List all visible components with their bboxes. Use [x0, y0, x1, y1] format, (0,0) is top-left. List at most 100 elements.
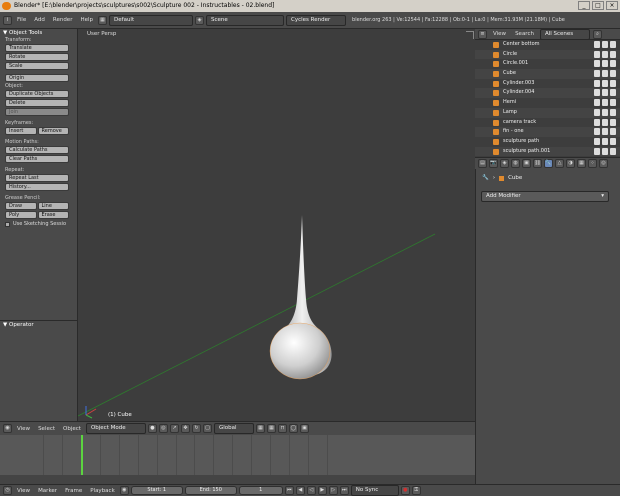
eye-icon[interactable] — [594, 70, 600, 78]
end-frame-field[interactable]: End: 150 — [184, 486, 237, 495]
checkbox-icon[interactable] — [5, 221, 10, 227]
line-button[interactable]: Line — [37, 202, 69, 210]
cursor-select-icon[interactable] — [602, 128, 608, 136]
outliner-row[interactable]: Cylinder.003 — [475, 79, 620, 89]
jump-start-icon[interactable]: ⏮ — [284, 486, 294, 495]
keyset-icon[interactable]: ⚿ — [411, 486, 421, 495]
shading-icon[interactable]: ● — [147, 424, 157, 433]
eye-icon[interactable] — [594, 41, 600, 48]
play-reverse-icon[interactable]: ◁ — [306, 486, 316, 495]
delete-button[interactable]: Delete — [5, 99, 69, 107]
render-engine-dropdown[interactable]: Cycles Render — [286, 14, 347, 26]
maximize-icon[interactable]: □ — [592, 1, 604, 10]
duplicate-objects-button[interactable]: Duplicate Objects — [5, 90, 69, 98]
close-icon[interactable]: × — [606, 1, 618, 10]
menu-select[interactable]: Select — [35, 426, 58, 432]
data-tab-icon[interactable]: △ — [555, 159, 564, 168]
orientation-dropdown[interactable]: Global — [213, 423, 254, 434]
calculate-paths-button[interactable]: Calculate Paths — [5, 146, 69, 154]
cursor-select-icon[interactable] — [602, 147, 608, 155]
physics-tab-icon[interactable]: ◎ — [599, 159, 608, 168]
draw-button[interactable]: Draw — [5, 202, 37, 210]
translate-button[interactable]: Translate — [5, 44, 69, 52]
cursor-select-icon[interactable] — [602, 79, 608, 87]
scene-dropdown[interactable]: Scene — [206, 14, 285, 26]
menu-marker[interactable]: Marker — [35, 488, 60, 494]
menu-help[interactable]: Help — [77, 17, 96, 23]
camera-render-icon[interactable] — [610, 147, 616, 155]
info-editor-icon[interactable]: i — [3, 15, 12, 25]
menu-view[interactable]: View — [14, 426, 33, 432]
cursor-select-icon[interactable] — [602, 41, 608, 48]
frame-cursor[interactable] — [81, 435, 83, 475]
layers-icon-2[interactable]: ▦ — [266, 424, 276, 433]
insert-keyframe-button[interactable]: Insert — [5, 127, 37, 135]
menu-frame[interactable]: Frame — [62, 488, 85, 494]
outliner-row[interactable]: Cube — [475, 69, 620, 79]
camera-render-icon[interactable] — [610, 128, 616, 136]
eye-icon[interactable] — [594, 108, 600, 116]
menu-object[interactable]: Object — [60, 426, 84, 432]
eye-icon[interactable] — [594, 99, 600, 107]
menu-add[interactable]: Add — [31, 17, 48, 23]
start-frame-field[interactable]: Start: 1 — [130, 486, 183, 495]
clear-paths-button[interactable]: Clear Paths — [5, 155, 69, 163]
layers-icon[interactable]: ▦ — [255, 424, 265, 433]
jump-end-icon[interactable]: ⏭ — [339, 486, 349, 495]
mode-dropdown[interactable]: Object Mode — [85, 423, 146, 434]
record-icon[interactable]: ● — [400, 486, 410, 495]
manipulator-icon[interactable]: ↗ — [169, 424, 179, 433]
camera-render-icon[interactable] — [610, 89, 616, 97]
scene-tab-icon[interactable]: ◈ — [500, 159, 509, 168]
object-tools-header[interactable]: ▼ Object Tools — [0, 29, 77, 37]
menu-view-timeline[interactable]: View — [14, 488, 33, 494]
repeat-last-button[interactable]: Repeat Last — [5, 174, 69, 182]
world-tab-icon[interactable]: ◍ — [511, 159, 520, 168]
outliner-editor-icon[interactable]: ≡ — [478, 29, 487, 39]
camera-render-icon[interactable] — [610, 41, 616, 48]
outliner-row[interactable]: sculpture path.001 — [475, 146, 620, 157]
timeline-editor[interactable]: -40-200204060801001201401601802002202402… — [0, 435, 475, 484]
camera-render-icon[interactable] — [610, 108, 616, 116]
outliner-row[interactable]: camera track — [475, 118, 620, 128]
corner-widget[interactable] — [466, 31, 474, 39]
timeline-editor-icon[interactable]: ◷ — [3, 486, 12, 495]
erase-button[interactable]: Erase — [37, 211, 69, 219]
outliner-filter-dropdown[interactable]: All Scenes — [539, 28, 590, 40]
modifiers-tab-icon[interactable]: 🔧 — [544, 159, 553, 168]
render-icon[interactable]: ▣ — [299, 424, 309, 433]
eye-icon[interactable] — [594, 137, 600, 145]
menu-render[interactable]: Render — [50, 17, 76, 23]
camera-render-icon[interactable] — [610, 99, 616, 107]
eye-icon[interactable] — [594, 89, 600, 97]
eye-icon[interactable] — [594, 147, 600, 155]
camera-render-icon[interactable] — [610, 60, 616, 68]
menu-outliner-view[interactable]: View — [490, 31, 509, 37]
3d-viewport[interactable]: User Persp (1) Cube — [78, 29, 475, 421]
minimize-icon[interactable]: _ — [578, 1, 590, 10]
properties-editor-icon[interactable]: ▤ — [478, 159, 487, 168]
camera-render-icon[interactable] — [610, 118, 616, 126]
keying-icon[interactable]: ◉ — [119, 486, 129, 495]
translate-manipulator-icon[interactable]: ✥ — [180, 424, 190, 433]
play-icon[interactable]: ▶ — [317, 486, 327, 495]
origin-button[interactable]: Origin — [5, 74, 69, 82]
current-frame-field[interactable]: 1 — [238, 486, 283, 495]
camera-render-icon[interactable] — [610, 70, 616, 78]
outliner-list[interactable]: Center bottom Circle Circle.001 Cube Cylinde… — [475, 40, 620, 157]
eye-icon[interactable] — [594, 128, 600, 136]
menu-file[interactable]: File — [14, 17, 29, 23]
eye-icon[interactable] — [594, 118, 600, 126]
layout-dropdown[interactable]: Default — [109, 14, 194, 26]
add-modifier-dropdown[interactable]: Add Modifier ▾ — [481, 191, 609, 202]
cursor-select-icon[interactable] — [602, 50, 608, 58]
outliner-search-icon[interactable]: ⌕ — [592, 29, 602, 39]
camera-render-icon[interactable] — [610, 137, 616, 145]
camera-render-icon[interactable] — [610, 79, 616, 87]
sketching-session-checkbox[interactable]: Use Sketching Sessio — [0, 220, 77, 228]
rotate-button[interactable]: Rotate — [5, 53, 69, 61]
outliner-row[interactable]: sculpture path — [475, 137, 620, 147]
outliner-row[interactable]: Circle.001 — [475, 59, 620, 69]
rotate-manipulator-icon[interactable]: ↻ — [191, 424, 201, 433]
menu-playback[interactable]: Playback — [87, 488, 118, 494]
